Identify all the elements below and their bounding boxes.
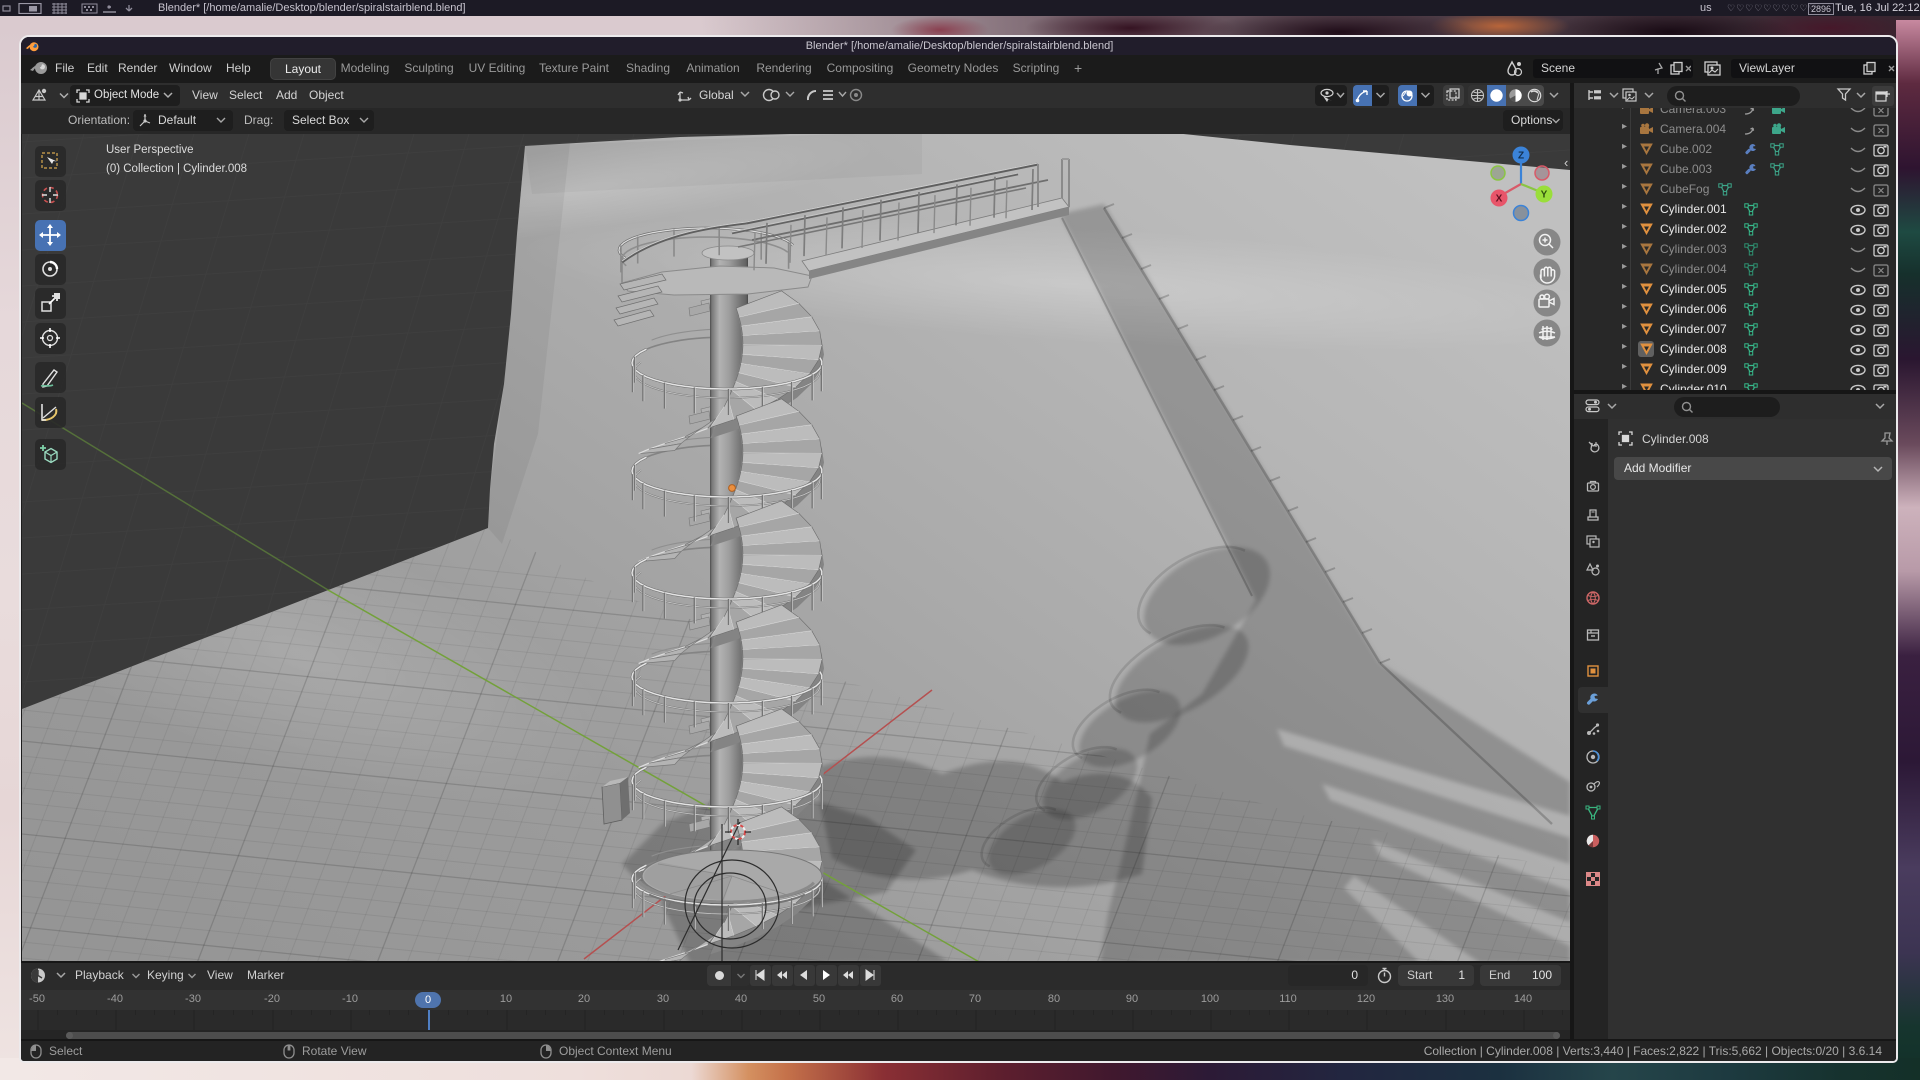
svg-text:X: X <box>1496 194 1503 205</box>
svg-text:Z: Z <box>1518 151 1524 162</box>
svg-text:Y: Y <box>1541 190 1548 201</box>
